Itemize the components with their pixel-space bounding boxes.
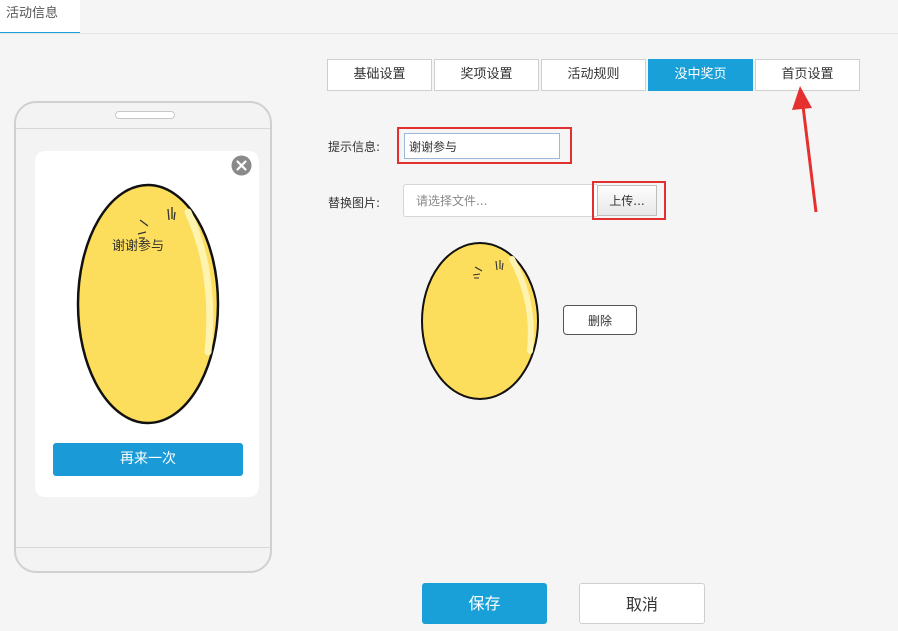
phone-preview: 谢谢参与 再来一次 bbox=[14, 101, 272, 573]
image-label: 替换图片: bbox=[328, 196, 381, 210]
egg-preview-image bbox=[421, 242, 539, 400]
save-button[interactable]: 保存 bbox=[422, 583, 547, 624]
file-input[interactable]: 请选择文件... bbox=[403, 184, 597, 217]
close-icon[interactable] bbox=[231, 155, 252, 176]
egg-image bbox=[76, 183, 220, 425]
delete-button[interactable]: 删除 bbox=[563, 305, 637, 335]
tab-prize-settings[interactable]: 奖项设置 bbox=[434, 59, 539, 91]
tab-activity-info[interactable]: 活动信息 bbox=[0, 0, 80, 34]
upload-button[interactable]: 上传... bbox=[597, 185, 657, 216]
hint-label: 提示信息: bbox=[328, 140, 381, 154]
phone-speaker bbox=[115, 111, 175, 119]
hint-input[interactable]: 谢谢参与 bbox=[404, 133, 560, 159]
tab-no-prize-page[interactable]: 没中奖页 bbox=[648, 59, 753, 91]
retry-button[interactable]: 再来一次 bbox=[53, 443, 243, 476]
phone-divider-top bbox=[16, 128, 270, 129]
annotation-arrow-icon bbox=[792, 86, 818, 213]
cancel-button[interactable]: 取消 bbox=[579, 583, 705, 624]
top-divider bbox=[0, 33, 898, 34]
egg-text: 谢谢参与 bbox=[112, 239, 165, 254]
phone-divider-bottom bbox=[16, 547, 270, 548]
settings-tabs: 基础设置 奖项设置 活动规则 没中奖页 首页设置 bbox=[327, 59, 862, 91]
tab-activity-rules[interactable]: 活动规则 bbox=[541, 59, 646, 91]
tab-basic-settings[interactable]: 基础设置 bbox=[327, 59, 432, 91]
result-card: 谢谢参与 再来一次 bbox=[35, 151, 259, 497]
